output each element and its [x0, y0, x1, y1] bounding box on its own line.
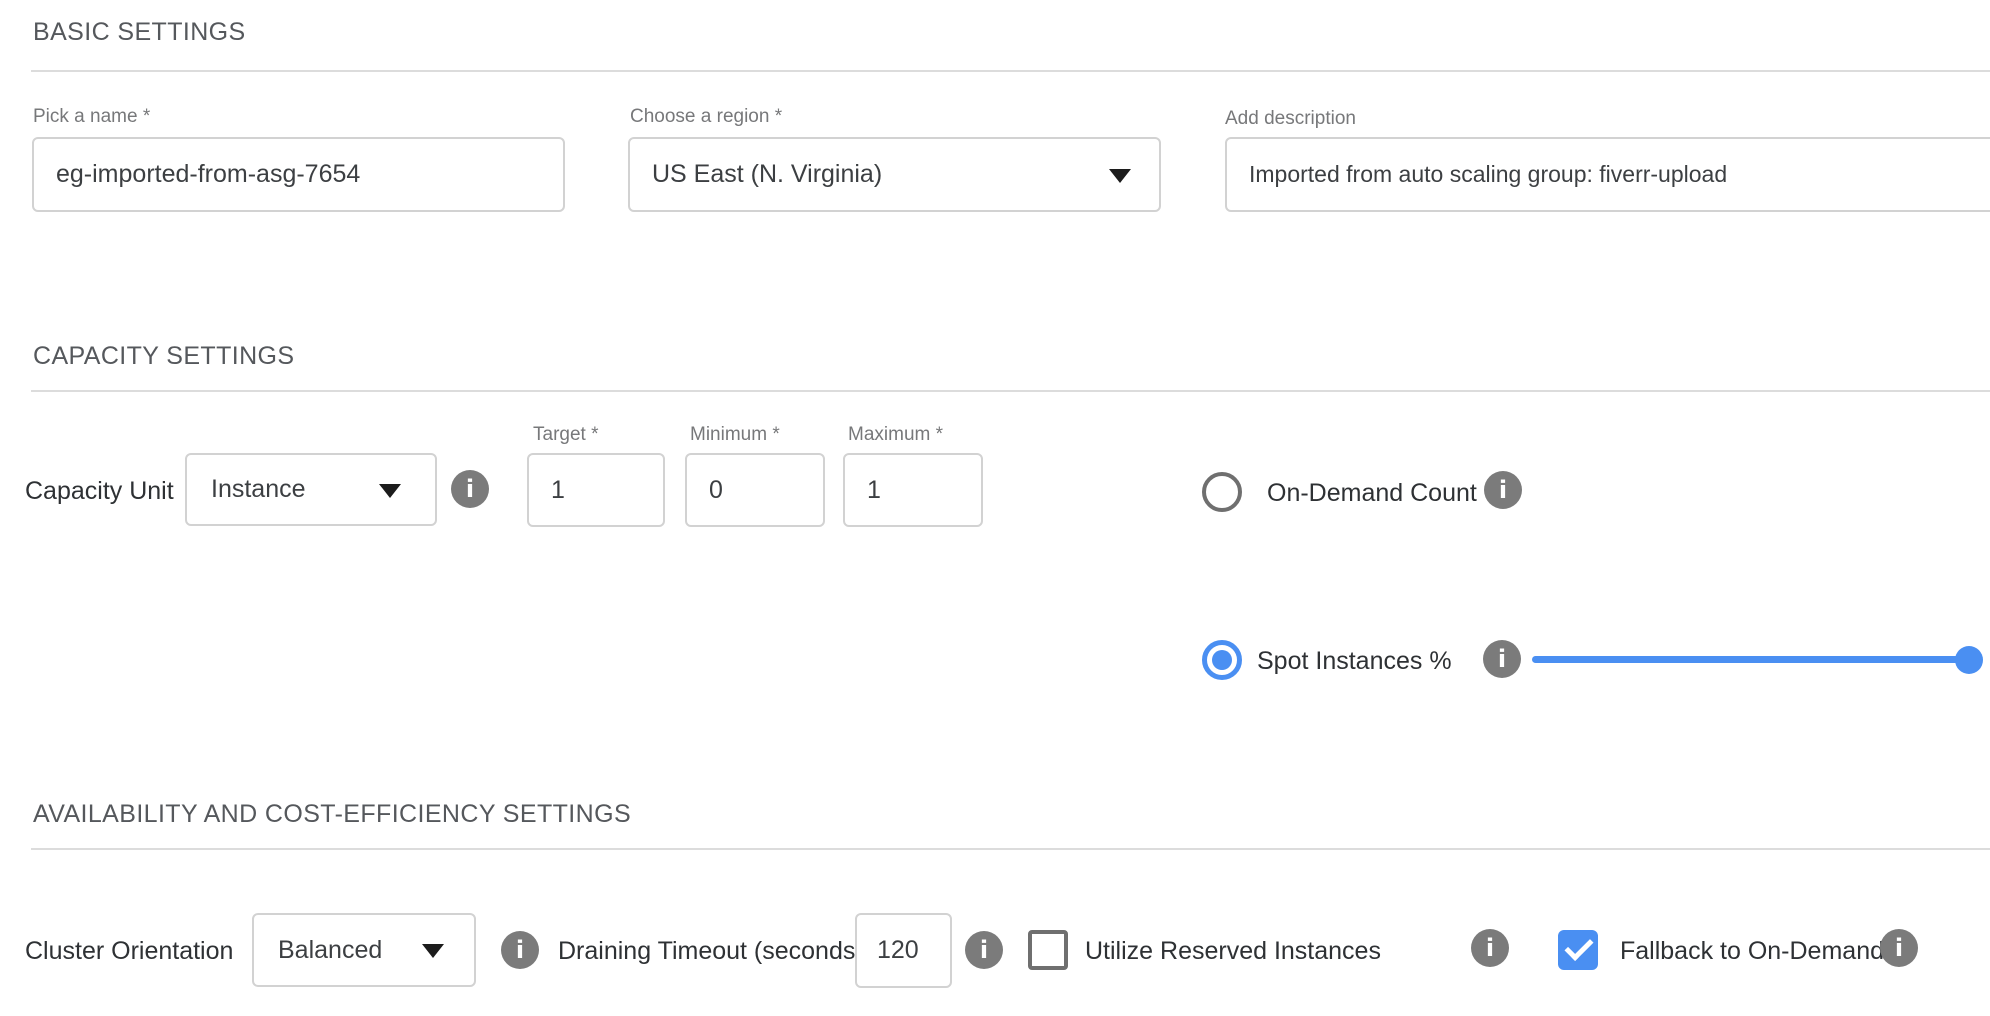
- minimum-label: Minimum *: [690, 424, 780, 446]
- spot-percentage-slider[interactable]: [1532, 656, 1969, 664]
- description-label: Add description: [1225, 108, 1356, 130]
- chevron-down-icon: [379, 484, 401, 498]
- name-label: Pick a name *: [33, 106, 150, 128]
- name-input[interactable]: eg-imported-from-asg-7654: [32, 137, 565, 212]
- on-demand-count-label: On-Demand Count: [1267, 479, 1477, 508]
- elastigroup-settings-form: BASIC SETTINGS Pick a name * eg-imported…: [0, 0, 1990, 1016]
- utilize-reserved-instances-info-icon[interactable]: i: [1471, 929, 1509, 967]
- slider-thumb[interactable]: [1955, 646, 1983, 674]
- cluster-orientation-info-icon[interactable]: i: [501, 931, 539, 969]
- fallback-to-on-demand-checkbox[interactable]: [1558, 930, 1598, 970]
- spot-instances-label: Spot Instances %: [1257, 647, 1452, 676]
- fallback-to-on-demand-info-icon[interactable]: i: [1880, 929, 1918, 967]
- capacity-unit-select[interactable]: Instance: [185, 453, 437, 526]
- utilize-reserved-instances-checkbox[interactable]: [1028, 930, 1068, 970]
- spot-instances-info-icon[interactable]: i: [1483, 640, 1521, 678]
- draining-timeout-label: Draining Timeout (seconds): [558, 937, 864, 966]
- section-divider: [31, 390, 1990, 392]
- section-divider: [31, 70, 1990, 72]
- region-label: Choose a region *: [630, 106, 782, 128]
- cluster-orientation-selected-value: Balanced: [278, 936, 382, 965]
- cluster-orientation-label: Cluster Orientation: [25, 937, 233, 966]
- section-divider: [31, 848, 1990, 850]
- region-select[interactable]: US East (N. Virginia): [628, 137, 1161, 212]
- on-demand-count-info-icon[interactable]: i: [1484, 471, 1522, 509]
- chevron-down-icon: [1109, 169, 1131, 183]
- capacity-unit-info-icon[interactable]: i: [451, 470, 489, 508]
- fallback-to-on-demand-label: Fallback to On-Demand: [1620, 937, 1884, 966]
- draining-timeout-info-icon[interactable]: i: [965, 931, 1003, 969]
- target-label: Target *: [533, 424, 598, 446]
- spot-instances-radio[interactable]: [1202, 640, 1242, 680]
- capacity-settings-title: CAPACITY SETTINGS: [33, 342, 294, 371]
- on-demand-count-radio[interactable]: [1202, 472, 1242, 512]
- region-selected-value: US East (N. Virginia): [652, 160, 882, 189]
- chevron-down-icon: [422, 944, 444, 958]
- slider-fill: [1532, 656, 1969, 663]
- capacity-unit-selected-value: Instance: [211, 475, 306, 504]
- utilize-reserved-instances-label: Utilize Reserved Instances: [1085, 937, 1381, 966]
- draining-timeout-input[interactable]: 120: [855, 913, 952, 988]
- basic-settings-title: BASIC SETTINGS: [33, 18, 246, 47]
- minimum-input[interactable]: 0: [685, 453, 825, 527]
- capacity-unit-label: Capacity Unit: [25, 477, 174, 506]
- cluster-orientation-select[interactable]: Balanced: [252, 913, 476, 987]
- availability-settings-title: AVAILABILITY AND COST-EFFICIENCY SETTING…: [33, 800, 631, 829]
- maximum-label: Maximum *: [848, 424, 943, 446]
- target-input[interactable]: 1: [527, 453, 665, 527]
- maximum-input[interactable]: 1: [843, 453, 983, 527]
- description-input[interactable]: Imported from auto scaling group: fiverr…: [1225, 137, 1990, 212]
